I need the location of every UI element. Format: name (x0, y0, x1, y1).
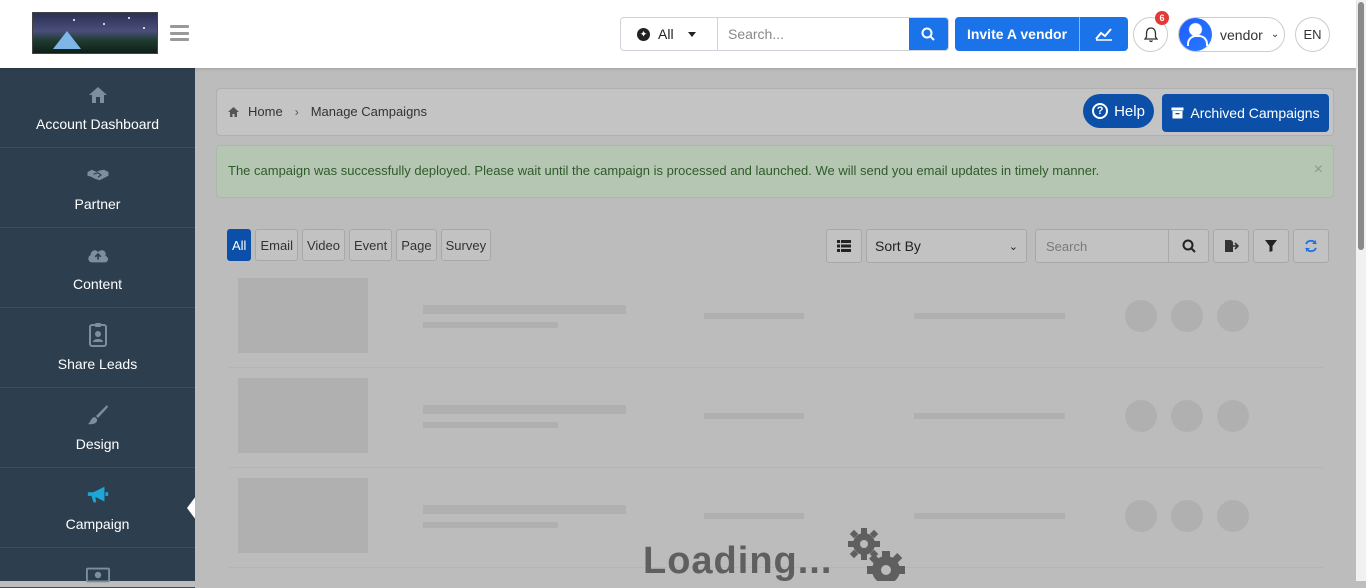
chevron-down-icon: ⌄ (1270, 29, 1280, 40)
search-scope-dropdown[interactable]: ✦ All (621, 18, 718, 50)
megaphone-icon (86, 484, 110, 506)
money-icon (85, 564, 110, 586)
breadcrumb: Home › Manage Campaigns ? Help Archived … (216, 88, 1334, 136)
file-export-icon (1224, 240, 1239, 252)
skeleton-row (228, 268, 1324, 368)
user-menu[interactable]: vendor ⌄ (1178, 17, 1285, 52)
campaign-search: Search (1035, 229, 1209, 263)
sidebar-item-label: Account Dashboard (36, 115, 159, 132)
help-button[interactable]: ? Help (1083, 94, 1154, 128)
sidebar-item-label: Partner (74, 195, 121, 212)
gears-icon (846, 526, 908, 586)
archive-icon (1171, 107, 1184, 119)
list-icon (837, 240, 851, 252)
tab-page[interactable]: Page (396, 229, 437, 261)
sidebar-item-label: Design (75, 435, 120, 452)
sidebar-item-funds[interactable] (0, 548, 195, 588)
archived-campaigns-button[interactable]: Archived Campaigns (1162, 94, 1329, 132)
company-logo[interactable] (32, 12, 158, 54)
scrollbar-thumb[interactable] (1358, 2, 1364, 250)
refresh-icon (1305, 239, 1317, 253)
chevron-right-icon: › (294, 104, 299, 119)
breadcrumb-current: Manage Campaigns (310, 104, 428, 119)
cloud-upload-icon (86, 244, 110, 266)
sidebar-item-share-leads[interactable]: Share Leads (0, 308, 195, 388)
search-icon (921, 27, 936, 41)
close-icon[interactable]: × (1314, 161, 1323, 179)
bell-icon (1143, 27, 1158, 43)
invite-button-group: Invite A vendor (955, 17, 1128, 51)
skeleton-row (228, 368, 1324, 468)
sidebar: Account Dashboard Partner Content Share … (0, 68, 196, 588)
chevron-down-icon: ⌄ (1008, 240, 1018, 253)
user-name: vendor (1220, 26, 1263, 43)
list-view-button[interactable] (826, 229, 862, 263)
global-search: ✦ All (620, 17, 949, 51)
campaign-type-tabs: All Email Video Event Page Survey (227, 229, 492, 261)
id-badge-icon (86, 322, 110, 347)
success-alert: The campaign was successfully deployed. … (216, 145, 1334, 198)
refresh-button[interactable] (1293, 229, 1329, 263)
page-scrollbar[interactable] (1356, 0, 1366, 581)
caret-down-icon (687, 31, 696, 37)
line-chart-icon (1095, 28, 1112, 41)
global-search-button[interactable] (908, 18, 948, 50)
top-navbar: ✦ All Invite A vendor 6 vendor ⌄ EN (0, 0, 1356, 68)
sidebar-item-label: Content (72, 275, 123, 292)
sidebar-item-partner[interactable]: Partner (0, 148, 195, 228)
campaign-search-input[interactable]: Search (1036, 239, 1168, 254)
loading-text: Loading... (643, 540, 833, 582)
notification-badge: 6 (1155, 11, 1169, 25)
global-search-input[interactable] (717, 18, 909, 50)
tab-survey[interactable]: Survey (440, 229, 492, 261)
sidebar-item-content[interactable]: Content (0, 228, 195, 308)
accessibility-icon: ✦ (637, 27, 650, 41)
sort-select[interactable]: Sort By ⌄ (866, 229, 1027, 263)
home-icon (86, 84, 110, 106)
sidebar-item-label: Share Leads (57, 355, 138, 372)
menu-toggle-icon[interactable] (170, 25, 189, 41)
alert-message: The campaign was successfully deployed. … (228, 163, 1100, 178)
filter-icon (1265, 240, 1277, 252)
home-icon (228, 106, 239, 117)
sidebar-item-label: Campaign (65, 515, 130, 532)
tab-all[interactable]: All (227, 229, 252, 261)
question-circle-icon: ? (1092, 103, 1109, 119)
search-scope-label: All (658, 26, 674, 42)
tab-event[interactable]: Event (348, 229, 393, 261)
tab-video[interactable]: Video (301, 229, 345, 261)
avatar (1179, 18, 1212, 51)
breadcrumb-home-link[interactable]: Home (248, 104, 283, 119)
sidebar-item-account-dashboard[interactable]: Account Dashboard (0, 68, 195, 148)
analytics-button[interactable] (1080, 17, 1128, 51)
sort-select-value: Sort By (875, 238, 921, 254)
archived-label: Archived Campaigns (1190, 105, 1320, 121)
search-icon (1182, 239, 1196, 253)
paintbrush-icon (86, 404, 110, 426)
invite-vendor-button[interactable]: Invite A vendor (955, 17, 1080, 51)
tab-email[interactable]: Email (255, 229, 298, 261)
export-button[interactable] (1213, 229, 1249, 263)
sidebar-item-campaign[interactable]: Campaign (0, 468, 196, 548)
list-toolbar: Sort By ⌄ Search (826, 229, 1329, 263)
sidebar-item-design[interactable]: Design (0, 388, 195, 468)
handshake-icon (86, 164, 110, 186)
campaign-search-button[interactable] (1168, 230, 1208, 262)
language-selector[interactable]: EN (1295, 17, 1330, 52)
help-label: Help (1114, 102, 1145, 120)
filter-button[interactable] (1253, 229, 1289, 263)
